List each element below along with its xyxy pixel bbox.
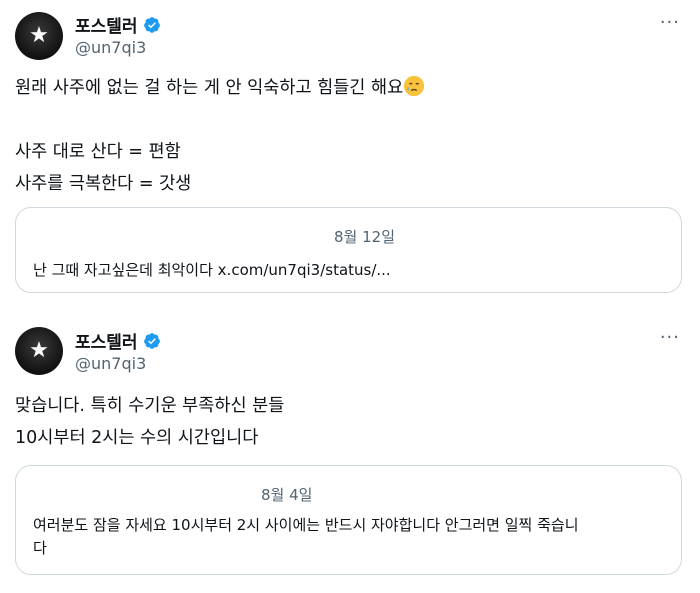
quote-text: 난 그때 자고싶은데 최악이다 x.com/un7qi3/status/... bbox=[33, 261, 391, 279]
tweet-line: 10시부터 2시는 수의 시간입니다 bbox=[15, 428, 259, 448]
quoted-tweet[interactable]: 8월 12일 난 그때 자고싶은데 최악이다 x.com/un7qi3/stat… bbox=[15, 207, 682, 293]
tweet-text: 맞습니다. 특히 수기운 부족하신 분들 10시부터 2시는 수의 시간입니다 bbox=[15, 390, 284, 454]
tweet-line: 사주를 극복한다 = 갓생 bbox=[15, 174, 192, 194]
verified-badge-icon bbox=[143, 16, 160, 33]
author-handle[interactable]: @un7qi3 bbox=[75, 38, 146, 57]
tweet-1[interactable]: ★ 포스텔러 @un7qi3 ··· 원래 사주에 없는 걸 하는 게 안 익숙… bbox=[0, 0, 700, 300]
author-name[interactable]: 포스텔러 bbox=[75, 12, 161, 37]
crying-face-emoji-icon bbox=[404, 75, 425, 97]
tweet-2[interactable]: ★ 포스텔러 @un7qi3 ··· 맞습니다. 특히 수기운 부족하신 분들 … bbox=[0, 315, 700, 593]
quote-date: 8월 12일 bbox=[334, 228, 395, 246]
star-icon: ★ bbox=[29, 338, 49, 363]
verified-badge-icon bbox=[143, 332, 160, 349]
avatar[interactable]: ★ bbox=[15, 327, 63, 375]
more-options-button[interactable]: ··· bbox=[660, 327, 680, 348]
tweet-line: 사주 대로 산다 = 편함 bbox=[15, 142, 181, 162]
star-icon: ★ bbox=[29, 23, 49, 48]
quote-text-line-1: 여러분도 잠을 자세요 10시부터 2시 사이에는 반드시 자야합니다 안그러면… bbox=[33, 516, 579, 534]
quote-text-line-2: 다 bbox=[33, 539, 47, 557]
quoted-tweet[interactable]: 8월 4일 여러분도 잠을 자세요 10시부터 2시 사이에는 반드시 자야합니… bbox=[15, 465, 682, 575]
more-options-button[interactable]: ··· bbox=[660, 12, 680, 33]
tweet-text: 원래 사주에 없는 걸 하는 게 안 익숙하고 힘들긴 해요 사주 대로 산다 … bbox=[15, 72, 425, 200]
tweet-line: 맞습니다. 특히 수기운 부족하신 분들 bbox=[15, 396, 285, 416]
avatar[interactable]: ★ bbox=[15, 12, 63, 60]
tweet-line: 원래 사주에 없는 걸 하는 게 안 익숙하고 힘들긴 해요 bbox=[15, 78, 404, 98]
author-name[interactable]: 포스텔러 bbox=[75, 328, 161, 353]
author-handle[interactable]: @un7qi3 bbox=[75, 354, 146, 373]
quote-date: 8월 4일 bbox=[261, 486, 313, 504]
